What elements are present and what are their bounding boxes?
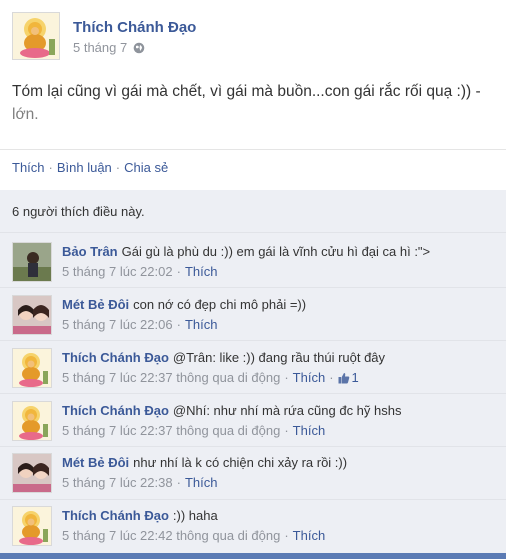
share-action[interactable]: Chia sẻ — [124, 160, 168, 175]
comment-meta: 5 tháng 7 lúc 22:38 · Thích — [62, 475, 217, 490]
comment-time[interactable]: 5 tháng 7 lúc 22:06 — [62, 317, 173, 332]
comment-time[interactable]: 5 tháng 7 lúc 22:37 — [62, 423, 173, 438]
separator: · — [176, 475, 181, 490]
comment-body: Thích Chánh Đạo:)) haha — [62, 508, 218, 523]
commenter-avatar[interactable] — [12, 506, 52, 546]
comment-like-link[interactable]: Thích — [293, 423, 326, 438]
separator: · — [176, 264, 181, 279]
separator: · — [329, 370, 334, 385]
comment-like-link[interactable]: Thích — [185, 475, 218, 490]
separator: · — [284, 423, 289, 438]
commenter-avatar[interactable] — [12, 295, 52, 335]
comment-body: Thích Chánh Đạo @Trân: like :)) đang rầu … — [62, 350, 385, 365]
comment-like-link[interactable]: Thích — [293, 370, 326, 385]
comment-meta: 5 tháng 7 lúc 22:37 thông qua di động · … — [62, 370, 359, 385]
separator: · — [176, 317, 181, 332]
commenter-name[interactable]: Mét Bẻ Đôi — [62, 455, 129, 470]
comment-text: như nhí là k có chiện chi xảy ra rồi :)) — [133, 455, 348, 470]
separator: · — [48, 160, 53, 175]
comment-time[interactable]: 5 tháng 7 lúc 22:02 — [62, 264, 173, 279]
comment-meta: 5 tháng 7 lúc 22:42 thông qua di động · … — [62, 528, 325, 543]
separator: · — [284, 370, 289, 385]
comment-via[interactable]: thông qua di động — [176, 370, 280, 385]
comment-meta: 5 tháng 7 lúc 22:02 · Thích — [62, 264, 217, 279]
comment-text: :)) haha — [172, 508, 218, 523]
comment-body: Bảo Trân Gái gù là phù du :)) em gái là v… — [62, 244, 430, 259]
comment: Thích Chánh Đạo:)) haha 5 tháng 7 lúc 22… — [12, 506, 506, 558]
comment-time[interactable]: 5 tháng 7 lúc 22:37 — [62, 370, 173, 385]
comment-action[interactable]: Bình luận — [57, 160, 112, 175]
comment-text: Gái gù là phù du :)) em gái là vĩnh cửu … — [121, 244, 431, 259]
divider — [0, 232, 506, 233]
post-text-line2: lớn. — [12, 106, 39, 123]
commenter-name[interactable]: Thích Chánh Đạo — [62, 508, 169, 523]
post-text: Tóm lại cũng vì gái mà chết, vì gái mà b… — [12, 80, 506, 126]
commenter-name[interactable]: Bảo Trân — [62, 244, 118, 259]
comment-body: Mét Bẻ Đôi con nớ có đẹp chi mô phải =)) — [62, 297, 306, 312]
divider — [0, 393, 506, 394]
commenter-name[interactable]: Thích Chánh Đạo — [62, 350, 169, 365]
comment-text: @Nhí: như nhí mà rứa cũng đc hỹ hshs — [172, 403, 402, 418]
likes-summary[interactable]: 6 người thích điều này. — [12, 204, 145, 219]
post-actions: Thích · Bình luận · Chia sẻ — [12, 160, 168, 175]
like-count-value: 1 — [351, 370, 359, 385]
divider — [0, 340, 506, 341]
commenter-name[interactable]: Mét Bẻ Đôi — [62, 297, 129, 312]
post-meta: 5 tháng 7 — [73, 40, 145, 55]
divider — [0, 149, 506, 150]
comment-meta: 5 tháng 7 lúc 22:06 · Thích — [62, 317, 217, 332]
comment-meta: 5 tháng 7 lúc 22:37 thông qua di động · … — [62, 423, 325, 438]
comment-text: con nớ có đẹp chi mô phải =)) — [133, 297, 307, 312]
comment-like-link[interactable]: Thích — [293, 528, 326, 543]
post-header: Thích Chánh Đạo 5 tháng 7 — [12, 12, 492, 66]
comment-body: Thích Chánh Đạo @Nhí: như nhí mà rứa cũng… — [62, 403, 402, 418]
comment-time[interactable]: 5 tháng 7 lúc 22:42 — [62, 528, 173, 543]
globe-icon[interactable] — [133, 42, 145, 54]
comment-via[interactable]: thông qua di động — [176, 423, 280, 438]
separator: · — [284, 528, 289, 543]
commenter-avatar[interactable] — [12, 242, 52, 282]
like-action[interactable]: Thích — [12, 160, 45, 175]
divider — [0, 287, 506, 288]
comment-like-link[interactable]: Thích — [185, 264, 218, 279]
post-text-line1: Tóm lại cũng vì gái mà chết, vì gái mà b… — [12, 83, 481, 100]
separator: · — [115, 160, 121, 175]
post-author-link[interactable]: Thích Chánh Đạo — [73, 19, 196, 36]
commenter-avatar[interactable] — [12, 348, 52, 388]
comment-text: @Trân: like :)) đang rầu thúi ruột đây — [172, 350, 386, 365]
commenter-avatar[interactable] — [12, 401, 52, 441]
commenter-avatar[interactable] — [12, 453, 52, 493]
author-avatar[interactable] — [12, 12, 60, 60]
bottom-bar — [0, 553, 506, 559]
divider — [0, 446, 506, 447]
thumbs-up-icon — [338, 372, 350, 384]
comment-via[interactable]: thông qua di động — [176, 528, 280, 543]
comment-time[interactable]: 5 tháng 7 lúc 22:38 — [62, 475, 173, 490]
comment-like-count[interactable]: 1 — [338, 370, 359, 385]
commenter-name[interactable]: Thích Chánh Đạo — [62, 403, 169, 418]
comment: Mét Bẻ Đôi như nhí là k có chiện chi xảy … — [12, 453, 506, 505]
post-date[interactable]: 5 tháng 7 — [73, 40, 127, 55]
comment-body: Mét Bẻ Đôi như nhí là k có chiện chi xảy … — [62, 455, 347, 470]
comment-like-link[interactable]: Thích — [185, 317, 218, 332]
divider — [0, 499, 506, 500]
